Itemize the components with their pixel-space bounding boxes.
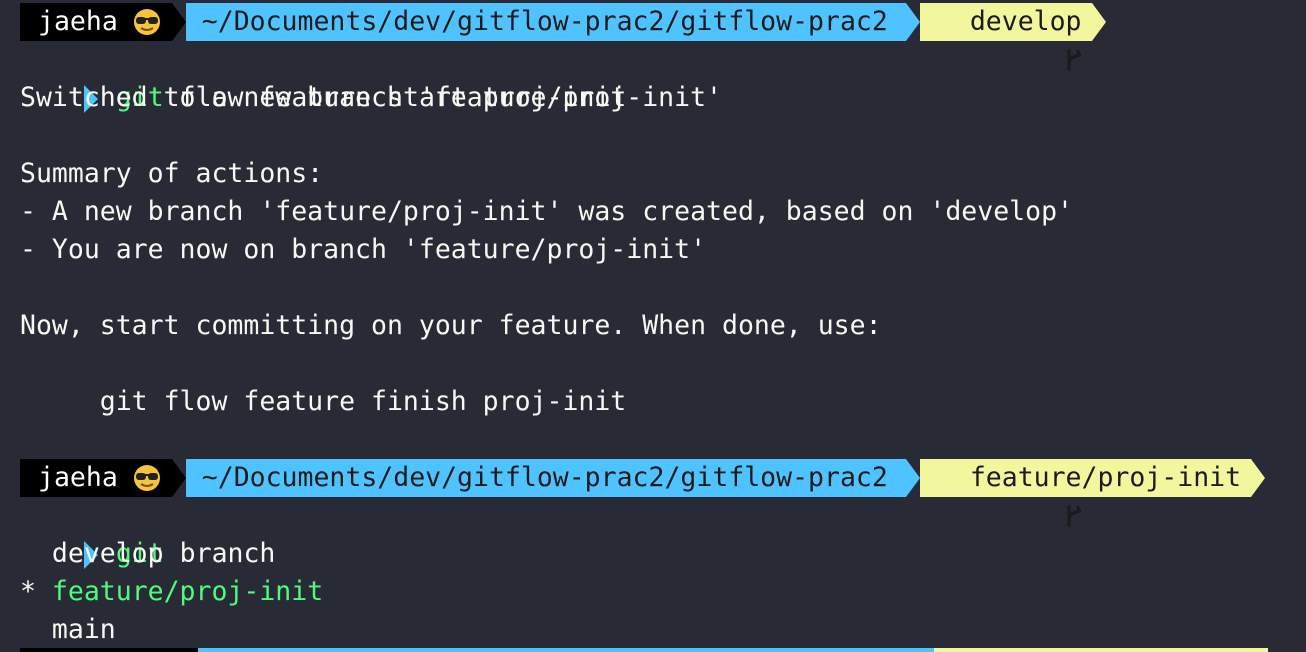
current-branch-name: feature/proj-init — [51, 576, 324, 607]
prompt-user-segment: jaeha — [20, 3, 172, 41]
next-prompt-user-segment — [20, 648, 198, 652]
prompt-branch: develop — [969, 6, 1082, 37]
prompt-branch: feature/proj-init — [969, 462, 1242, 493]
prompt-user: jaeha — [38, 6, 118, 37]
segment-separator — [905, 3, 920, 41]
segment-separator — [1091, 3, 1106, 41]
output-line: git flow feature finish proj-init — [20, 386, 627, 417]
output-line: Now, start committing on your feature. W… — [20, 310, 882, 341]
prompt-git-segment: develop — [919, 3, 1092, 71]
prompt-user: jaeha — [38, 462, 118, 493]
segment-separator — [905, 459, 920, 497]
branch-list-item: develop — [20, 538, 164, 569]
git-branch-icon — [936, 8, 1083, 71]
prompt-path: ~/Documents/dev/gitflow-prac2/gitflow-pr… — [201, 462, 888, 493]
prompt-line-1: jaeha ~/Documents/dev/gitflow-prac2/gitf… — [20, 3, 1106, 71]
command-line-1: git flow feature start proj-init — [20, 41, 626, 113]
segment-separator — [171, 459, 186, 497]
next-prompt-path-segment — [198, 648, 934, 652]
output-line: - You are now on branch 'feature/proj-in… — [20, 234, 707, 265]
current-branch-marker: * — [20, 576, 52, 607]
output-line: Summary of actions: — [20, 158, 324, 189]
command-line-2: git branch — [20, 497, 275, 569]
terminal-window[interactable]: jaeha ~/Documents/dev/gitflow-prac2/gitf… — [0, 0, 1306, 652]
branch-list-item-current: * feature/proj-init — [20, 573, 323, 611]
prompt-git-segment: feature/proj-init — [919, 459, 1252, 527]
git-branch-icon — [936, 464, 1083, 527]
segment-separator — [1251, 459, 1266, 497]
command-args: branch — [163, 538, 276, 569]
segment-separator — [171, 3, 186, 41]
sunglasses-emoji-icon — [132, 463, 162, 493]
prompt-user-segment: jaeha — [20, 459, 172, 497]
output-line: Switched to a new branch 'feature/proj-i… — [20, 82, 722, 113]
prompt-path-segment: ~/Documents/dev/gitflow-prac2/gitflow-pr… — [185, 3, 906, 41]
prompt-path: ~/Documents/dev/gitflow-prac2/gitflow-pr… — [201, 6, 888, 37]
next-prompt-git-segment — [934, 648, 1268, 652]
prompt-path-segment: ~/Documents/dev/gitflow-prac2/gitflow-pr… — [185, 459, 906, 497]
branch-list-item: main — [20, 614, 116, 645]
sunglasses-emoji-icon — [132, 7, 162, 37]
output-line: - A new branch 'feature/proj-init' was c… — [20, 196, 1073, 227]
prompt-line-2: jaeha ~/Documents/dev/gitflow-prac2/gitf… — [20, 459, 1266, 527]
